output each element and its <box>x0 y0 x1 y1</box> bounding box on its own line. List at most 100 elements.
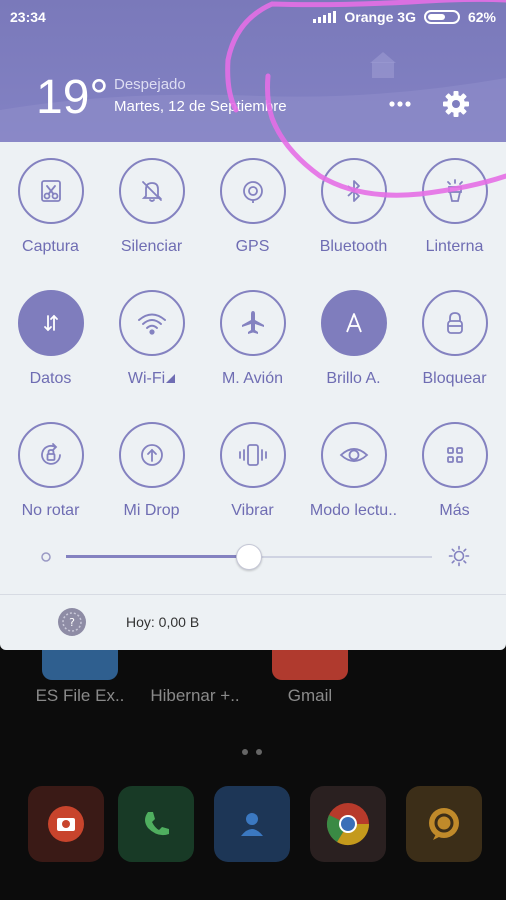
toggle-label: Linterna <box>425 238 484 255</box>
hibernate-icon <box>157 650 233 680</box>
toggle-captura[interactable]: Captura <box>0 158 101 256</box>
eye-icon <box>338 440 370 470</box>
toggle-vibrar[interactable]: Vibrar <box>202 422 303 520</box>
gmail-icon <box>272 650 348 680</box>
data-usage-row[interactable]: ? Hoy: 0,00 B <box>0 602 506 646</box>
data-arrows-icon <box>36 308 66 338</box>
toggle-label: Wi-Fi <box>101 370 202 388</box>
app-label: Hibernar +.. <box>150 686 240 705</box>
svg-text:?: ? <box>69 616 75 629</box>
messaging-icon[interactable] <box>406 786 482 862</box>
toggle-bloquear[interactable]: Bloquear <box>404 290 505 388</box>
airplane-icon <box>238 308 268 338</box>
app-label: ES File Ex.. <box>35 686 125 705</box>
wifi-menu-triangle-icon <box>165 370 176 387</box>
toggle-modo-lectu[interactable]: Modo lectu.. <box>303 422 404 520</box>
grid-icon <box>440 440 470 470</box>
toggle-button[interactable] <box>219 422 286 488</box>
screenshot-scissors-icon <box>36 176 66 206</box>
toggle-button[interactable] <box>17 158 84 224</box>
app-gmail[interactable]: Gmail <box>245 650 375 706</box>
toggle-button[interactable] <box>421 422 488 488</box>
es-file-explorer-icon <box>42 650 118 680</box>
toggle-button[interactable] <box>219 290 286 356</box>
vibrate-icon <box>236 440 270 470</box>
brightness-slider[interactable] <box>40 542 470 572</box>
temperature: 19° <box>36 71 109 124</box>
toggle-label: Brillo A. <box>326 370 381 387</box>
toggle-label: Modo lectu.. <box>309 502 398 519</box>
battery-icon <box>423 10 460 24</box>
lock-icon <box>440 308 470 338</box>
quick-settings-panel: Captura Silenciar GPS Bluetooth Linterna Dato… <box>0 142 506 650</box>
toggle-brillo-a[interactable]: Brillo A. <box>303 290 404 388</box>
toggle-m-avión[interactable]: M. Avión <box>202 290 303 388</box>
wifi-icon <box>135 308 169 338</box>
toggle-silenciar[interactable]: Silenciar <box>101 158 202 256</box>
toggle-no-rotar[interactable]: No rotar <box>0 422 101 520</box>
page-indicator <box>238 742 266 760</box>
auto-brightness-a-icon <box>339 308 369 338</box>
slider-thumb[interactable] <box>236 544 262 570</box>
toggle-button[interactable] <box>118 422 185 488</box>
more-dots-icon[interactable] <box>384 92 416 116</box>
toggle-button[interactable] <box>421 158 488 224</box>
carrier-name: Orange 3G <box>344 9 416 25</box>
toggle-mi-drop[interactable]: Mi Drop <box>101 422 202 520</box>
phone-icon[interactable] <box>118 786 194 862</box>
toggle-button[interactable] <box>17 422 84 488</box>
clock: 23:34 <box>10 9 46 25</box>
contacts-icon[interactable] <box>214 786 290 862</box>
divider <box>0 594 506 595</box>
toggle-label: Más <box>439 502 470 519</box>
toggle-button[interactable] <box>320 422 387 488</box>
toggle-gps[interactable]: GPS <box>202 158 303 256</box>
toggle-button[interactable] <box>118 158 185 224</box>
notification-header: 23:34 Orange 3G 62% 19° Despejado Martes… <box>0 0 506 142</box>
toggle-button[interactable] <box>320 290 387 356</box>
toggle-button[interactable] <box>219 158 286 224</box>
toggle-bluetooth[interactable]: Bluetooth <box>303 158 404 256</box>
signal-icon <box>313 11 337 23</box>
app-es-file-explorer[interactable]: ES File Ex.. <box>15 650 145 706</box>
toggle-label: Mi Drop <box>123 502 180 519</box>
slider-fill <box>66 555 249 558</box>
weather-condition: Despejado <box>114 76 186 93</box>
data-usage-text: Hoy: 0,00 B <box>126 614 200 630</box>
toggle-button[interactable] <box>118 290 185 356</box>
toggle-label: Vibrar <box>231 502 274 519</box>
status-bar: 23:34 Orange 3G 62% <box>0 6 506 32</box>
bluetooth-icon <box>339 176 369 206</box>
gps-icon <box>238 176 268 206</box>
toggle-linterna[interactable]: Linterna <box>404 158 505 256</box>
gear-icon[interactable] <box>440 88 472 120</box>
rotation-lock-icon <box>36 440 66 470</box>
flashlight-icon <box>440 176 470 206</box>
toggle-label: Bluetooth <box>319 238 388 255</box>
toggle-button[interactable] <box>17 290 84 356</box>
toggle-button[interactable] <box>421 290 488 356</box>
data-usage-icon: ? <box>58 608 86 636</box>
toggle-label: Datos <box>29 370 72 387</box>
chrome-icon[interactable] <box>310 786 386 862</box>
toggle-label: Silenciar <box>120 238 183 255</box>
app-hibernate[interactable]: Hibernar +.. <box>130 650 260 706</box>
bell-off-icon <box>137 176 167 206</box>
toggle-label: M. Avión <box>221 370 284 387</box>
toggle-label: No rotar <box>21 502 80 519</box>
toggle-datos[interactable]: Datos <box>0 290 101 388</box>
dock <box>0 786 506 866</box>
app-label: Gmail <box>287 686 333 705</box>
toggle-label: Captura <box>22 238 79 255</box>
brightness-low-icon <box>41 552 51 562</box>
battery-percent: 62% <box>467 9 496 25</box>
upload-arrow-icon <box>137 440 167 470</box>
weather-date: Martes, 12 de Septiembre <box>114 98 287 115</box>
toggle-button[interactable] <box>320 158 387 224</box>
toggle-más[interactable]: Más <box>404 422 505 520</box>
toggle-label: GPS <box>235 238 270 255</box>
brightness-high-icon <box>448 545 470 567</box>
camera-icon[interactable] <box>28 786 104 862</box>
toggle-wi-fi[interactable]: Wi-Fi <box>101 290 202 388</box>
toggle-label: Bloquear <box>422 370 487 387</box>
